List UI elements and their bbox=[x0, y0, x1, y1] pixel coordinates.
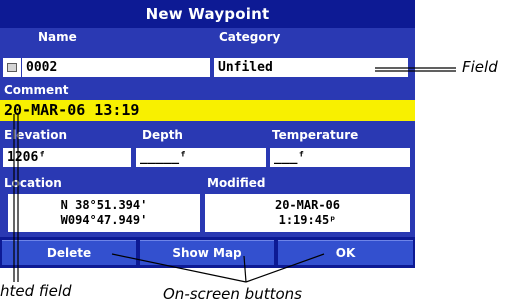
callout-field: Field bbox=[462, 58, 498, 76]
buttons-leader-ok bbox=[245, 253, 325, 283]
callout-leaders bbox=[13, 67, 456, 283]
callout-on-screen-buttons: On-screen buttons bbox=[163, 285, 302, 303]
buttons-leader-delete bbox=[111, 253, 247, 283]
callout-highlighted-field: hted field bbox=[0, 282, 72, 300]
buttons-leader-showmap bbox=[243, 255, 247, 283]
